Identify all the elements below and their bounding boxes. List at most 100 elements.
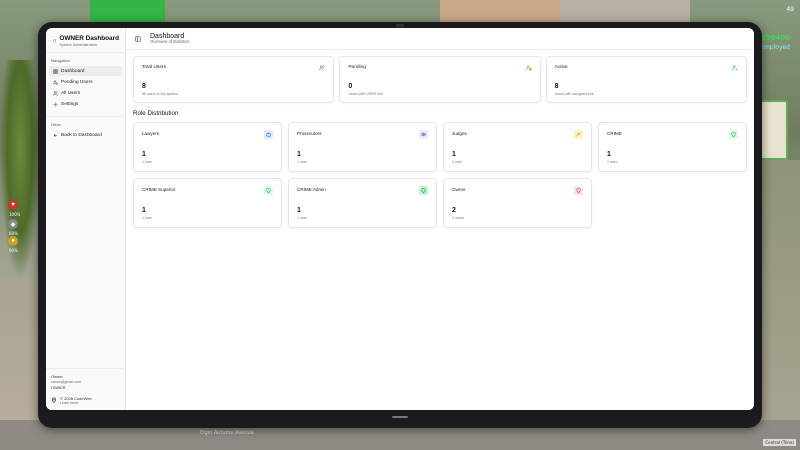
stat-label: Total Users [142, 65, 166, 70]
role-users: 1 user [142, 160, 152, 164]
role-count: 1 [607, 151, 611, 158]
eye-icon [419, 130, 428, 139]
credit-link[interactable]: © 2026 CodeWeb Learn more [51, 396, 121, 405]
sidebar-item-back-to-dashboard[interactable]: Back to Dashboard [49, 130, 122, 140]
role-name: CRIME [607, 131, 622, 136]
sidebar-item-dashboard[interactable]: Dashboard [49, 66, 122, 76]
user-email: owner@gmail.com [51, 380, 81, 384]
page-subtitle: Overview of statistics [150, 38, 190, 44]
role-name: Lawyers [142, 131, 160, 136]
role-users: 2 users [452, 216, 464, 220]
sidebar-item-settings[interactable]: Settings [49, 99, 122, 109]
role-users: 1 user [142, 216, 152, 220]
role-card-crime-superior: CRIME Superior 1 1 user [133, 178, 282, 228]
panel-left-icon [135, 35, 141, 42]
user-clock-icon [52, 79, 58, 85]
gear-icon [52, 101, 58, 107]
sidebar-item-pending-users[interactable]: Pending Users [49, 77, 122, 87]
stat-label: Active [554, 65, 568, 70]
gavel-icon [574, 130, 583, 139]
role-count: 2 [452, 207, 456, 214]
tablet-screen: OWNER Dashboard System Administration Na… [46, 28, 754, 410]
arrow-left-icon [52, 132, 58, 138]
sidebar-item-label: Back to Dashboard [61, 132, 102, 138]
role-users: 1 user [607, 160, 617, 164]
role-name: Prosecutors [297, 131, 322, 136]
stat-card-pending: Pending 0 Users with USER role [339, 56, 541, 103]
role-count: 1 [142, 207, 146, 214]
briefcase-icon [264, 130, 273, 139]
role-name: Owner [452, 187, 466, 192]
role-name: CRIME Admin [297, 187, 326, 192]
stat-value: 8 [142, 83, 146, 90]
sidebar-item-label: Pending Users [61, 79, 93, 85]
health-percent: 100% [9, 212, 21, 217]
stat-value: 0 [348, 83, 353, 90]
role-card-crime: CRIME 1 1 user [598, 122, 747, 172]
role-count: 1 [297, 151, 301, 158]
map-pin-icon [51, 397, 57, 403]
health-icon: ♥ [8, 200, 18, 210]
hunger-percent: 90% [9, 248, 18, 253]
section-title-role-distribution: Role Distribution [133, 110, 179, 117]
role-card-lawyers: Lawyers 1 1 user [133, 122, 282, 172]
hud-money: $50400 [760, 34, 790, 42]
role-count: 1 [452, 151, 456, 158]
brand: OWNER Dashboard System Administration [46, 28, 125, 52]
sidebar-footer: Owner owner@gmail.com OWNER © 2026 CodeW… [46, 368, 126, 410]
stat-description: Users with assigned role [554, 92, 594, 96]
header: Dashboard Overview of statistics [126, 28, 754, 50]
shield-icon [574, 186, 583, 195]
hud-top-right: 49 [786, 6, 794, 13]
other-group-label: Other [51, 122, 62, 127]
sidebar-toggle-button[interactable] [134, 35, 142, 43]
main-content: Dashboard Overview of statistics Total U… [126, 28, 754, 410]
stat-value: 8 [554, 83, 559, 90]
street-name: Elgin Autumn Avenue [200, 430, 254, 436]
role-name: CRIME Superior [142, 187, 176, 192]
nav-group-label: Navigation [51, 58, 70, 63]
hud-job: Employed [760, 44, 790, 51]
tablet-home-bar [392, 416, 408, 418]
shield-icon [53, 39, 56, 43]
stat-card-active: Active 8 Users with assigned role [545, 56, 747, 103]
shield-icon [264, 186, 273, 195]
background-wall [0, 280, 40, 420]
sidebar-item-all-users[interactable]: All Users [49, 88, 122, 98]
sidebar-item-label: Dashboard [61, 68, 85, 74]
tablet-camera [396, 24, 404, 27]
user-clock-icon [525, 65, 532, 71]
stat-description: Users with USER role [348, 92, 384, 96]
armor-icon: ◆ [8, 219, 18, 229]
stat-description: All users in the system [142, 92, 178, 96]
brand-title: OWNER Dashboard [59, 35, 119, 42]
sidebar-item-label: Settings [61, 101, 79, 107]
role-count: 1 [297, 207, 301, 214]
user-name: Owner [51, 374, 63, 379]
credit-learn-more: Learn more [60, 401, 79, 405]
background-billboard [758, 100, 788, 160]
role-grid: Lawyers 1 1 user Prosecutors 1 1 user Ju… [133, 122, 747, 228]
sidebar: OWNER Dashboard System Administration Na… [46, 28, 126, 410]
role-card-prosecutors: Prosecutors 1 1 user [288, 122, 437, 172]
role-count: 1 [142, 151, 146, 158]
shield-icon [729, 130, 738, 139]
role-users: 1 user [297, 160, 307, 164]
background-tree [0, 60, 40, 280]
role-users: 1 user [452, 160, 462, 164]
dashboard-icon [52, 68, 58, 74]
users-icon [52, 90, 58, 96]
users-icon [319, 65, 325, 71]
role-name: Judges [452, 131, 467, 136]
shield-icon [419, 186, 428, 195]
sidebar-item-label: All Users [61, 90, 81, 96]
stat-label: Pending [348, 65, 366, 70]
role-card-crime-admin: CRIME Admin 1 1 user [288, 178, 437, 228]
stat-card-total-users: Total Users 8 All users in the system [133, 56, 335, 103]
dashboard-content: Total Users 8 All users in the system Pe… [126, 50, 754, 228]
role-card-judges: Judges 1 1 user [443, 122, 592, 172]
brand-subtitle: System Administration [59, 43, 97, 48]
zone-label: Central (Trine) [763, 439, 796, 446]
hunger-icon: ● [8, 236, 18, 246]
stats-row: Total Users 8 All users in the system Pe… [133, 56, 747, 103]
